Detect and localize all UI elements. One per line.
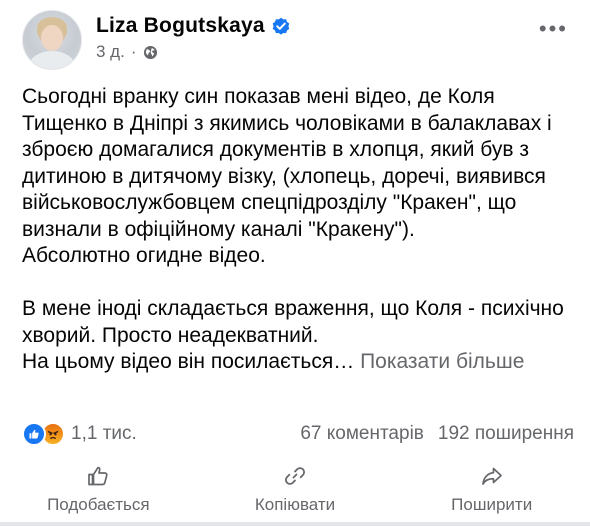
comments-count[interactable]: 67 коментарів <box>300 423 424 445</box>
post-body: Сьогодні вранку син показав мені відео, … <box>22 84 572 376</box>
post-paragraph: Абсолютно огидне відео. <box>22 244 266 267</box>
post-paragraph: В мене іноді складається враження, що Ко… <box>22 297 564 347</box>
post-action-bar: Подобається Копіювати Поширити <box>0 460 590 520</box>
meta-separator: · <box>130 42 137 61</box>
reactions-count: 1,1 тис. <box>71 423 137 444</box>
avatar-shoulders <box>29 51 75 69</box>
reactions-summary[interactable]: 1,1 тис. <box>22 422 137 446</box>
like-button[interactable]: Подобається <box>0 460 197 520</box>
shares-count[interactable]: 192 поширення <box>438 423 574 445</box>
copy-link-button[interactable]: Копіювати <box>197 460 394 520</box>
post-header: Liza Bogutskaya 3 д. · <box>22 10 291 70</box>
bottom-divider <box>0 522 590 526</box>
author-row: Liza Bogutskaya <box>96 14 291 38</box>
thumbs-up-icon <box>88 466 108 486</box>
post-truncated-text: На цьому відео він посилається… <box>22 350 355 373</box>
share-arrow-icon <box>481 467 502 485</box>
like-button-label: Подобається <box>47 495 150 514</box>
more-options-icon[interactable]: ••• <box>539 18 568 40</box>
post-paragraph-last: На цьому відео він посилається… Показати… <box>22 349 572 376</box>
facebook-post: Liza Bogutskaya 3 д. · ••• Сьогодні вран… <box>0 0 590 526</box>
engagement-counts: 67 коментарів 192 поширення <box>300 423 574 445</box>
verified-badge-icon <box>271 16 291 36</box>
copy-button-label: Копіювати <box>254 495 336 514</box>
post-paragraph: Сьогодні вранку син показав мені відео, … <box>22 85 552 241</box>
link-icon <box>285 467 305 485</box>
post-stats: 1,1 тис. 67 коментарів 192 поширення <box>22 420 574 448</box>
see-more-link[interactable]: Показати більше <box>360 350 524 373</box>
avatar-face <box>41 25 63 51</box>
author-name[interactable]: Liza Bogutskaya <box>96 14 265 38</box>
post-time[interactable]: 3 д. <box>96 42 125 62</box>
author-avatar[interactable] <box>22 10 82 70</box>
globe-icon <box>143 45 158 60</box>
like-reaction-icon <box>22 422 46 446</box>
share-button-label: Поширити <box>451 495 533 514</box>
post-meta: Liza Bogutskaya 3 д. · <box>96 10 291 62</box>
share-button[interactable]: Поширити <box>393 460 590 520</box>
post-subtitle: 3 д. · <box>96 42 291 62</box>
